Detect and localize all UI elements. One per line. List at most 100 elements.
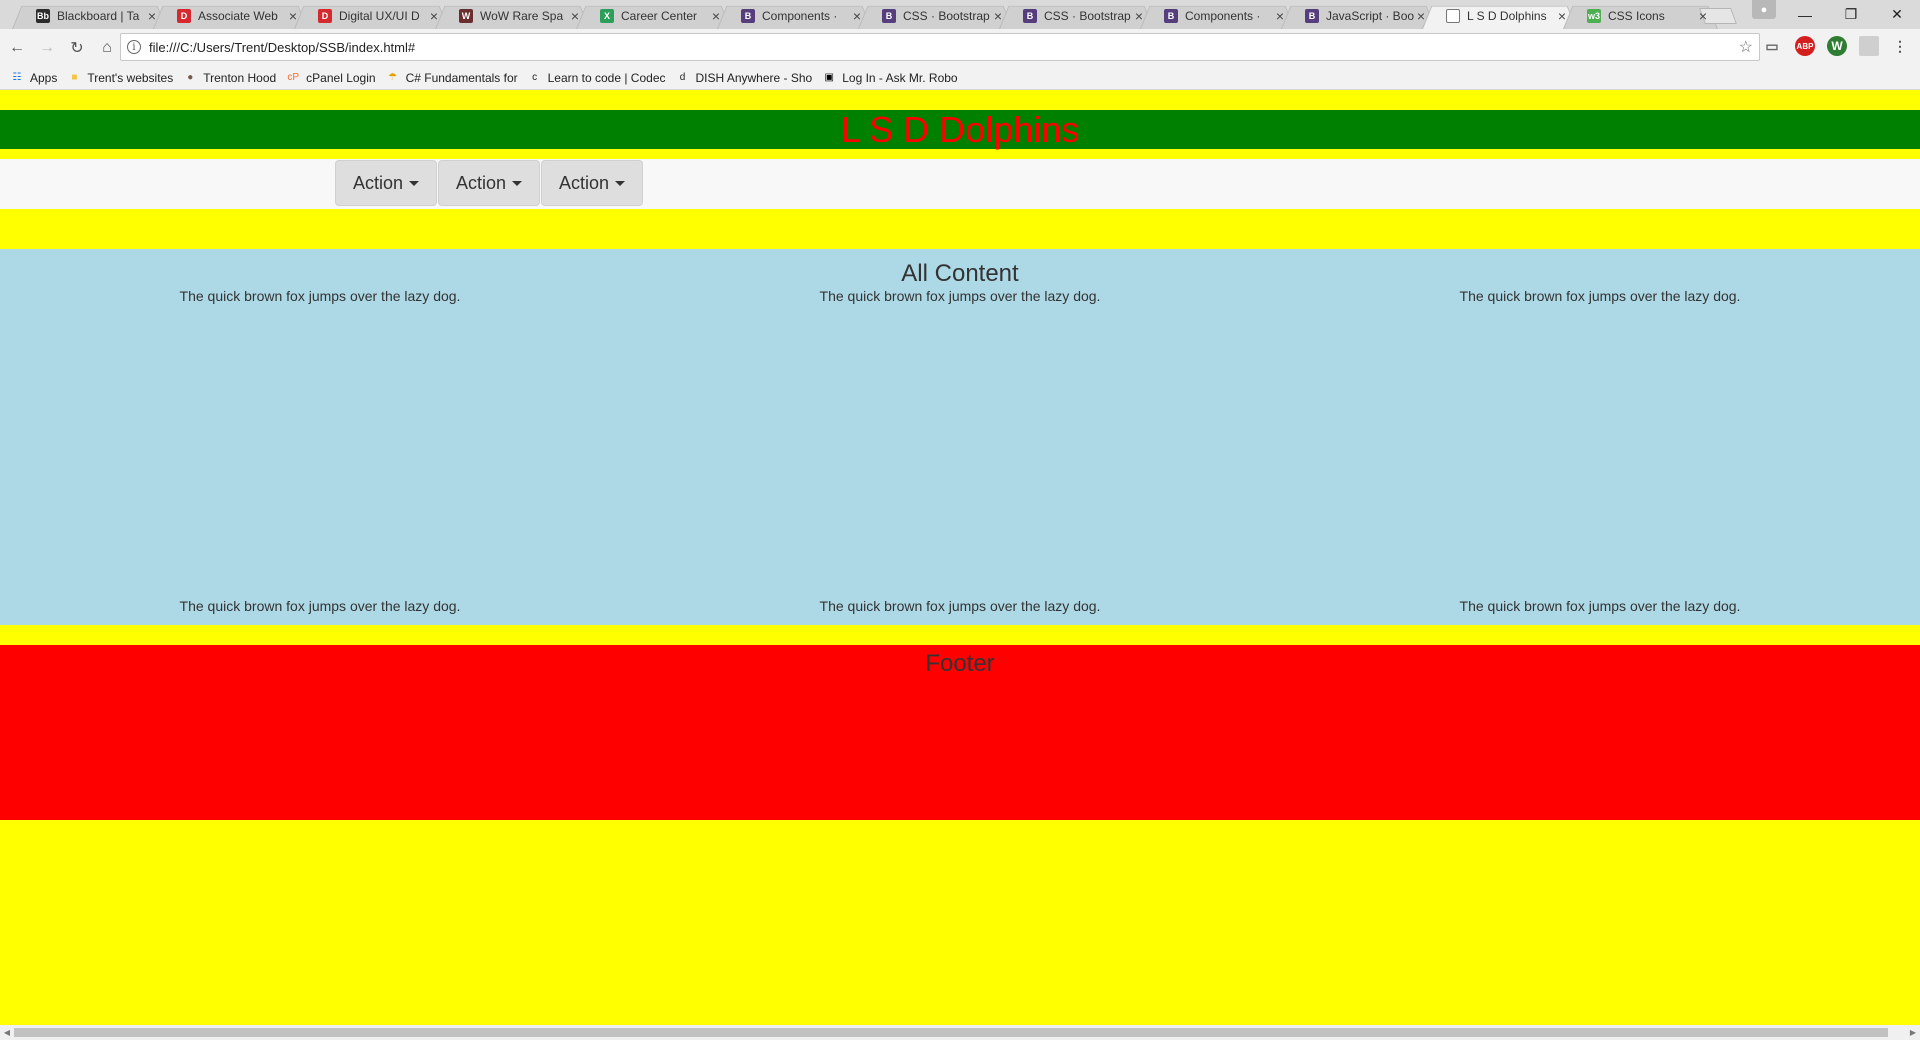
bookmark-item[interactable]: ● Trenton Hood — [183, 71, 276, 85]
action-dropdown-label: Action — [353, 172, 404, 193]
browser-tab[interactable]: B Components · × — [717, 2, 872, 29]
content-section: All Content The quick brown fox jumps ov… — [0, 249, 1920, 625]
minimize-button[interactable]: — — [1782, 0, 1828, 29]
bookmark-label: DISH Anywhere - Sho — [695, 70, 813, 85]
cpanel-icon: cP — [287, 72, 299, 83]
action-dropdown-label: Action — [559, 172, 610, 193]
home-button[interactable]: ⌂ — [94, 35, 120, 61]
content-text: The quick brown fox jumps over the lazy … — [819, 598, 1101, 614]
bookmark-item[interactable]: ▣ Log In - Ask Mr. Robo — [822, 71, 957, 85]
browser-tab[interactable]: w3 CSS Icons × — [1563, 2, 1718, 29]
tab-title: Career Center — [621, 8, 698, 23]
url-text: file:///C:/Users/Trent/Desktop/SSB/index… — [149, 39, 416, 55]
tab-close-icon[interactable]: × — [145, 8, 159, 24]
tab-close-icon[interactable]: × — [991, 8, 1005, 24]
tab-title: L S D Dolphins — [1467, 8, 1547, 23]
browser-tab[interactable]: W WoW Rare Spa × — [435, 2, 590, 29]
cast-icon[interactable]: ▭ — [1762, 36, 1782, 56]
csharp-icon: ☂ — [388, 72, 398, 83]
navbar: Action Action Action — [0, 159, 1920, 209]
tab-close-icon[interactable]: × — [568, 8, 582, 24]
restore-button[interactable]: ❐ — [1828, 0, 1874, 29]
bookmark-item[interactable]: ☂ C# Fundamentals for — [386, 71, 518, 85]
site-header: L S D Dolphins — [0, 110, 1920, 149]
tab-close-icon[interactable]: × — [1273, 8, 1287, 24]
caret-down-icon — [409, 180, 420, 186]
browser-tab[interactable]: Bb Blackboard | Ta × — [12, 2, 167, 29]
action-dropdown-3[interactable]: Action — [541, 160, 644, 206]
tab-title: Digital UX/UI D — [339, 8, 420, 23]
folder-icon: ■ — [71, 72, 78, 83]
tab-title: Associate Web — [198, 8, 278, 23]
forward-button[interactable]: → — [34, 35, 60, 61]
site-title: L S D Dolphins — [840, 109, 1080, 150]
action-dropdown-2[interactable]: Action — [438, 160, 541, 206]
browser-tab[interactable]: L S D Dolphins × — [1422, 2, 1577, 29]
bookmark-item[interactable]: ■ Trent's websites — [67, 71, 173, 85]
browser-tab[interactable]: B CSS · Bootstrap × — [858, 2, 1013, 29]
browser-tab[interactable]: B Components · × — [1140, 2, 1295, 29]
tab-favicon-icon: B — [1023, 8, 1037, 23]
tab-title: CSS Icons — [1608, 8, 1665, 23]
footer-heading: Footer — [925, 650, 995, 677]
tab-favicon-icon: B — [882, 8, 896, 23]
content-text: The quick brown fox jumps over the lazy … — [179, 288, 461, 304]
tab-favicon-icon: w3 — [1587, 8, 1601, 23]
reload-button[interactable]: ↻ — [64, 35, 90, 61]
person-icon: ● — [187, 72, 194, 83]
tab-title: CSS · Bootstrap — [1044, 8, 1131, 23]
bookmark-item[interactable]: d DISH Anywhere - Sho — [676, 71, 813, 85]
tab-favicon-icon: D — [318, 8, 332, 23]
caret-down-icon — [615, 180, 626, 186]
scrollbar-thumb[interactable] — [14, 1028, 1888, 1037]
menu-icon[interactable]: ⋮ — [1890, 36, 1910, 56]
tab-close-icon[interactable]: × — [286, 8, 300, 24]
bookmark-star-icon[interactable]: ☆ — [1739, 37, 1753, 57]
scroll-right-icon[interactable]: ▶ — [1906, 1025, 1920, 1040]
bookmark-label: Apps — [30, 70, 58, 85]
browser-tab[interactable]: B CSS · Bootstrap × — [999, 2, 1154, 29]
w-extension-icon[interactable]: W — [1827, 36, 1847, 56]
bookmark-item[interactable]: ☷ Apps — [10, 70, 58, 85]
tab-close-icon[interactable]: × — [1555, 8, 1569, 24]
tab-close-icon[interactable]: × — [709, 8, 723, 24]
browser-tab[interactable]: D Digital UX/UI D × — [294, 2, 449, 29]
close-window-button[interactable]: ✕ — [1874, 0, 1920, 29]
dish-icon: d — [679, 72, 686, 83]
tab-close-icon[interactable]: × — [1414, 8, 1428, 24]
codecademy-icon: c — [532, 72, 538, 83]
site-footer: Footer — [0, 645, 1920, 820]
bookmark-label: Trenton Hood — [203, 70, 277, 85]
mr-robot-icon: ▣ — [824, 72, 834, 83]
horizontal-scrollbar[interactable]: ◀ ▶ — [0, 1025, 1920, 1040]
tab-title: Components · — [762, 8, 838, 23]
tab-close-icon[interactable]: × — [1132, 8, 1146, 24]
bookmark-label: Learn to code | Codec — [547, 70, 666, 85]
adblock-icon[interactable]: ABP — [1795, 36, 1815, 56]
tab-close-icon[interactable]: × — [1696, 8, 1710, 24]
tab-title: Components · — [1185, 8, 1261, 23]
tab-favicon-icon: Bb — [36, 8, 50, 23]
browser-tab[interactable]: D Associate Web × — [153, 2, 308, 29]
tab-close-icon[interactable]: × — [850, 8, 864, 24]
action-dropdown-label: Action — [456, 172, 507, 193]
action-dropdown-1[interactable]: Action — [335, 160, 438, 206]
back-button[interactable]: ← — [4, 35, 30, 61]
tab-favicon-icon: X — [600, 8, 614, 23]
browser-tab[interactable]: B JavaScript · Boo × — [1281, 2, 1436, 29]
tab-close-icon[interactable]: × — [427, 8, 441, 24]
bookmark-label: C# Fundamentals for — [405, 70, 518, 85]
tab-favicon-icon — [1446, 8, 1460, 23]
tab-favicon-icon: W — [459, 8, 473, 23]
browser-tab[interactable]: X Career Center × — [576, 2, 731, 29]
bookmark-label: cPanel Login — [306, 70, 376, 85]
info-icon[interactable]: i — [127, 40, 141, 54]
scroll-left-icon[interactable]: ◀ — [0, 1025, 14, 1040]
extension-icon[interactable] — [1859, 36, 1879, 56]
content-heading: All Content — [901, 260, 1019, 287]
bookmark-item[interactable]: cP cPanel Login — [286, 71, 375, 85]
bookmark-item[interactable]: c Learn to code | Codec — [528, 70, 666, 85]
address-bar[interactable]: i file:///C:/Users/Trent/Desktop/SSB/ind… — [120, 33, 1760, 61]
profile-icon[interactable]: ● — [1752, 0, 1776, 19]
tab-title: WoW Rare Spa — [480, 8, 564, 23]
